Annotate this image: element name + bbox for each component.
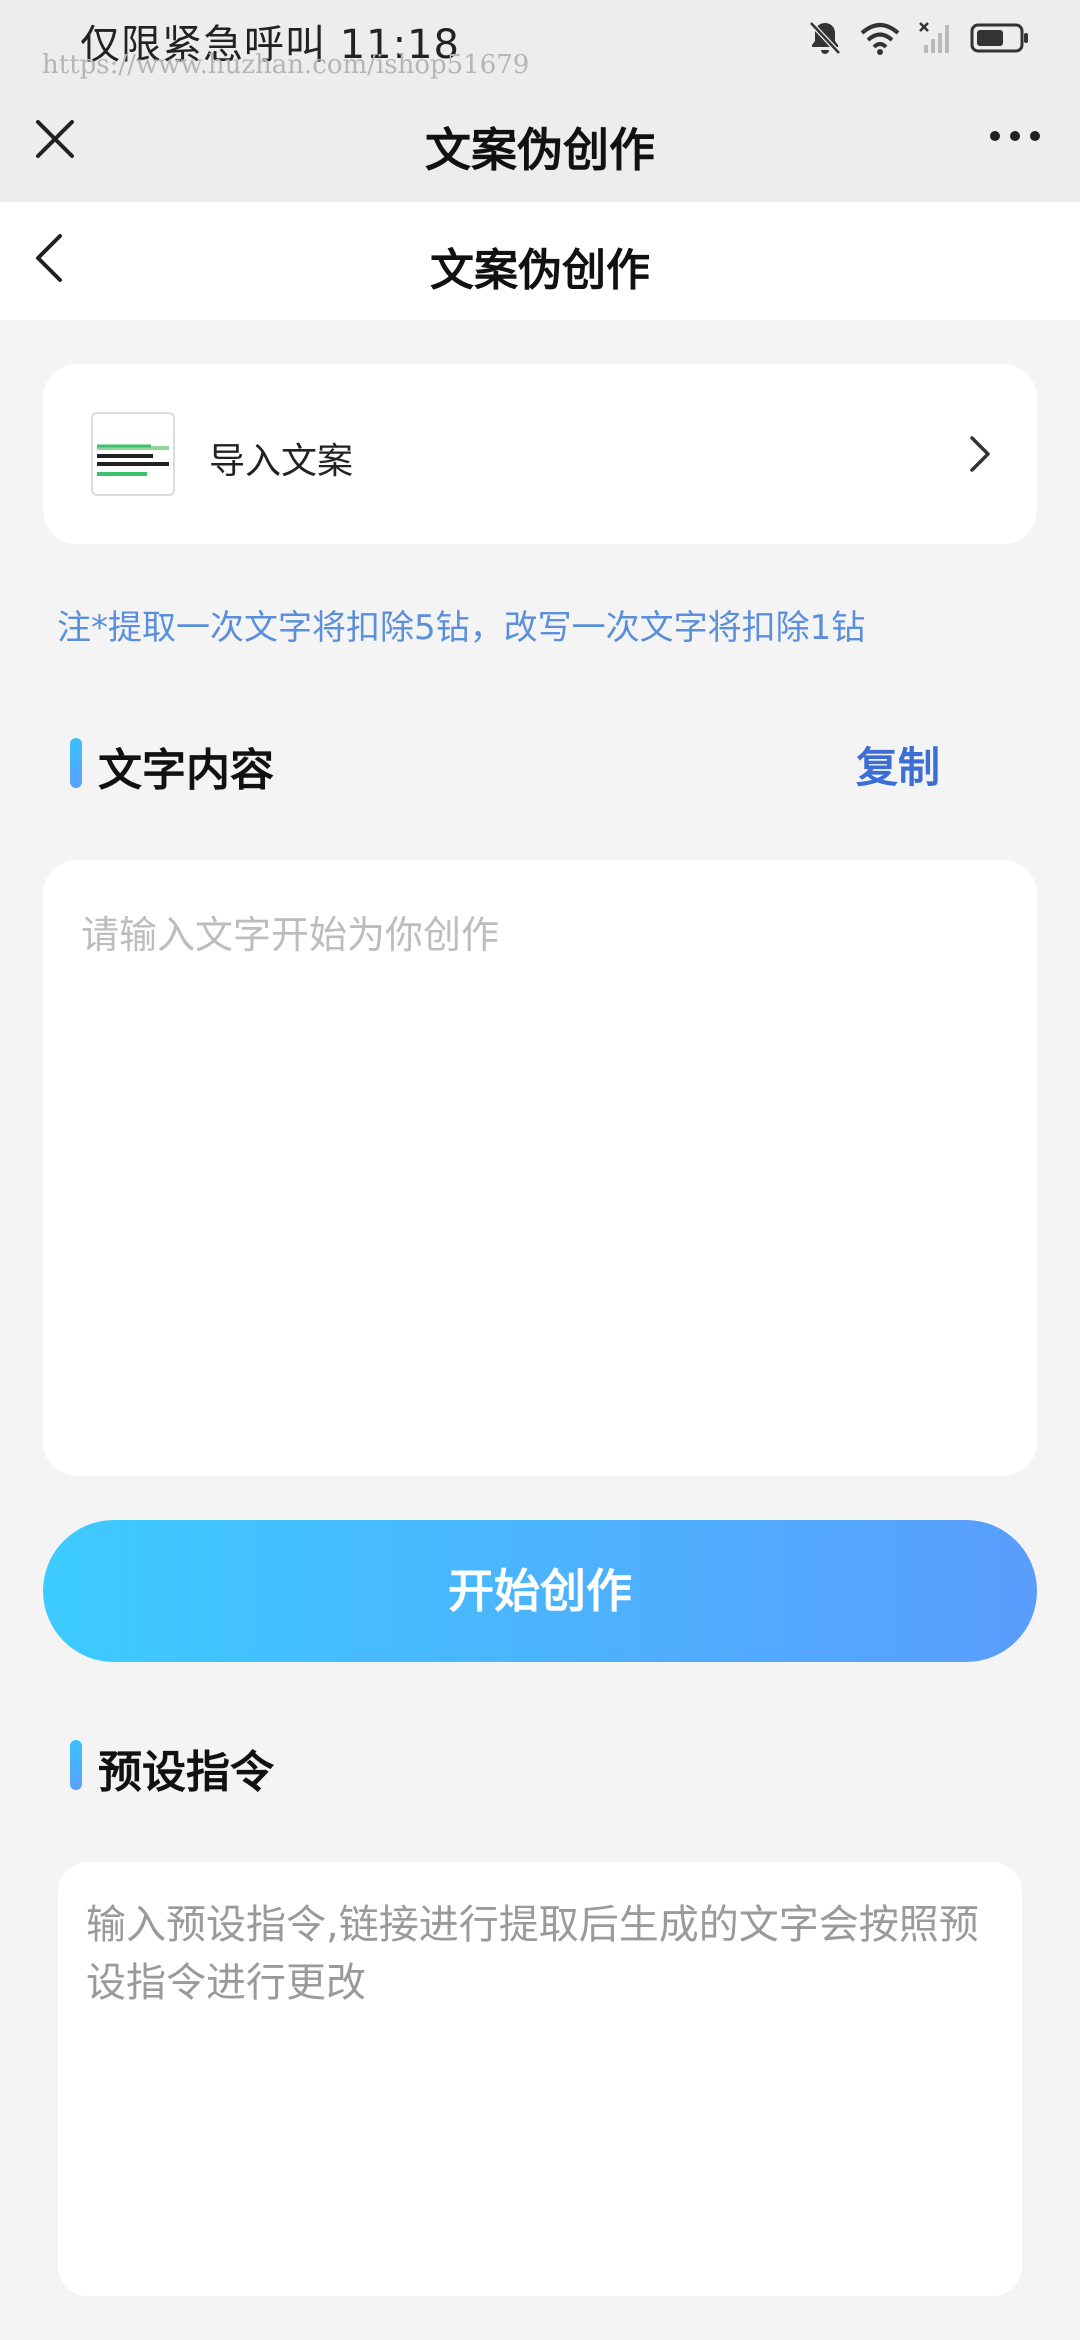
more-options-icon[interactable]: [988, 126, 1042, 146]
page-title: 文案伪创作: [430, 245, 650, 296]
chevron-right-icon: [970, 436, 990, 472]
section-accent-bar: [70, 1740, 82, 1790]
cost-notice: 注*提取一次文字将扣除5钻，改写一次文字将扣除1钻: [57, 608, 866, 648]
copy-button[interactable]: 复制: [856, 734, 940, 795]
section-accent-bar: [70, 738, 82, 788]
text-content-section-header: 文字内容 复制: [70, 732, 1030, 796]
start-create-button[interactable]: 开始创作: [43, 1520, 1037, 1662]
mini-program-nav-bar: 文案伪创作: [0, 92, 1080, 202]
preset-command-card: [58, 1862, 1022, 2296]
battery-icon: [970, 23, 1028, 53]
preset-command-section-header: 预设指令: [70, 1734, 1030, 1798]
watermark-text: https://www.huzhan.com/ishop51679: [42, 50, 530, 80]
text-content-card: [43, 860, 1037, 1476]
page-header: 文案伪创作: [0, 202, 1080, 320]
preset-command-title: 预设指令: [98, 1747, 274, 1798]
no-signal-icon: [919, 22, 949, 53]
document-lines-icon: [97, 444, 169, 476]
status-icons: [808, 18, 1030, 58]
document-icon: [91, 412, 175, 496]
text-content-title: 文字内容: [98, 745, 274, 796]
status-bar: 仅限紧急呼叫 11:18 https://www.huzhan.com/isho…: [0, 0, 1080, 92]
mini-program-title: 文案伪创作: [425, 123, 655, 177]
import-copy-label: 导入文案: [209, 441, 354, 482]
wifi-icon: [860, 23, 900, 55]
preset-command-input[interactable]: [58, 1862, 1022, 2296]
text-content-input[interactable]: [43, 860, 1037, 1476]
import-copy-card[interactable]: 导入文案: [43, 364, 1037, 544]
bell-muted-icon: [809, 21, 841, 55]
